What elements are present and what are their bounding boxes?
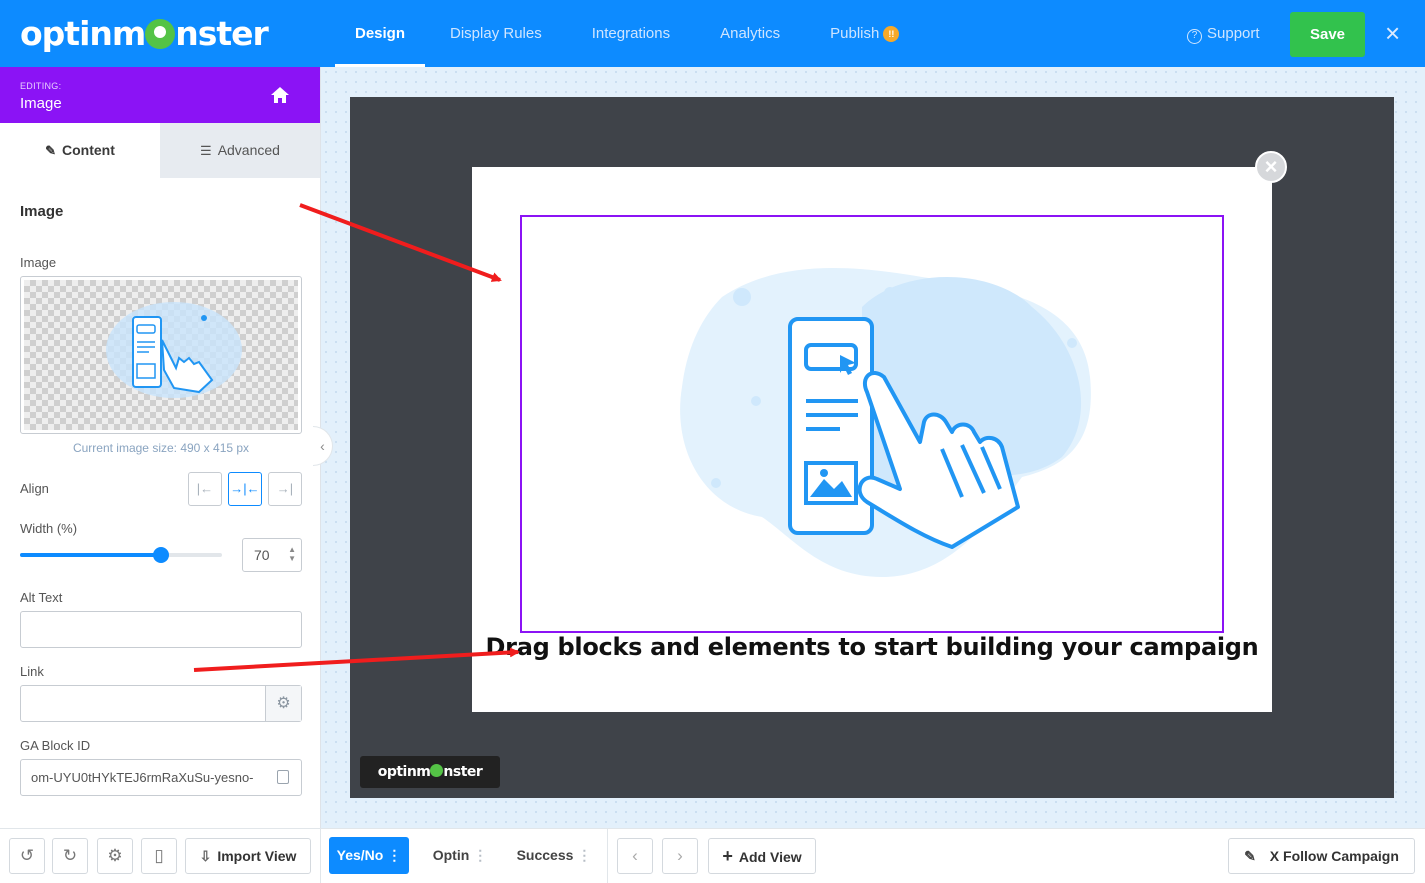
sidebar-tabs: ✎ Content ☰ Advanced: [0, 123, 320, 178]
view-tab-success[interactable]: Success ⋮: [514, 837, 594, 874]
save-button[interactable]: Save: [1290, 12, 1365, 57]
nav-analytics[interactable]: Analytics: [695, 0, 805, 67]
plus-icon: +: [722, 846, 733, 866]
hand-touch-illustration: [680, 268, 1091, 577]
tab-advanced[interactable]: ☰ Advanced: [160, 123, 320, 178]
home-icon[interactable]: [270, 85, 290, 105]
gear-icon[interactable]: ⚙: [265, 686, 301, 721]
import-view-button[interactable]: ⇩ Import View: [185, 838, 311, 874]
support-label: Support: [1207, 25, 1260, 42]
stepper-icon[interactable]: ▲ ▼: [288, 545, 296, 563]
campaign-popup: Drag blocks and elements to start buildi…: [472, 167, 1272, 712]
width-slider-fill: [20, 553, 162, 557]
main-nav: Design Display Rules Integrations Analyt…: [335, 0, 924, 67]
more-vertical-icon[interactable]: ⋮: [387, 847, 401, 863]
pencil-icon: ✎: [45, 143, 56, 158]
link-label: Link: [20, 664, 44, 679]
nav-analytics-label: Analytics: [720, 25, 781, 42]
publish-warning-badge: !!: [883, 26, 900, 42]
pencil-icon: ✎: [1244, 848, 1256, 864]
sliders-icon: ☰: [200, 143, 212, 158]
monster-icon: [145, 19, 176, 49]
image-field-label: Image: [20, 255, 57, 270]
optinmonster-logo[interactable]: optinm nster: [20, 14, 269, 53]
selected-image-block[interactable]: [520, 215, 1224, 633]
image-preview-illustration: [106, 302, 242, 398]
follow-campaign-button[interactable]: ✎ X Follow Campaign: [1228, 838, 1415, 874]
ga-block-id-value: om-UYU0tHYkTEJ6rmRaXuSu-yesno-: [31, 770, 254, 785]
logo-text-b: nster: [175, 14, 269, 53]
design-canvas: Drag blocks and elements to start buildi…: [321, 67, 1425, 828]
campaign-stage: Drag blocks and elements to start buildi…: [350, 97, 1394, 798]
nav-design-label: Design: [355, 25, 406, 42]
top-bar: optinm nster Design Display Rules Integra…: [0, 0, 1425, 67]
align-label: Align: [20, 481, 49, 496]
editing-element-name: Image: [20, 95, 62, 112]
more-vertical-icon[interactable]: ⋮: [473, 847, 487, 863]
monster-icon: [430, 764, 444, 777]
view-success-label: Success: [516, 847, 574, 863]
copy-icon[interactable]: [277, 770, 289, 784]
undo-icon[interactable]: ↺: [9, 838, 45, 874]
logo-text-a: optinm: [20, 14, 146, 53]
tab-content-label: Content: [62, 142, 115, 158]
alt-text-input[interactable]: [20, 611, 302, 648]
redo-icon[interactable]: ↻: [52, 838, 88, 874]
nav-design[interactable]: Design: [335, 0, 426, 67]
ga-block-id-label: GA Block ID: [20, 738, 91, 753]
mobile-icon[interactable]: ▯: [141, 838, 177, 874]
add-view-button[interactable]: + Add View: [708, 838, 816, 874]
popup-placeholder-text: Drag blocks and elements to start buildi…: [485, 633, 1259, 661]
view-tab-yes-no[interactable]: Yes/No ⋮: [329, 837, 409, 874]
view-optin-label: Optin: [432, 847, 470, 863]
align-buttons: |← →|← →|: [188, 472, 302, 506]
editing-label: EDITING:: [20, 81, 62, 91]
nav-display-rules-label: Display Rules: [450, 25, 542, 42]
nav-integrations[interactable]: Integrations: [567, 0, 695, 67]
section-title: Image: [20, 203, 64, 220]
chevron-right-icon[interactable]: ›: [662, 838, 698, 874]
width-number-input[interactable]: 70 ▲ ▼: [242, 538, 302, 572]
powered-text-b: nster: [443, 764, 483, 780]
width-value: 70: [254, 547, 270, 563]
powered-text-a: optinm: [377, 764, 431, 780]
chevron-left-icon[interactable]: ‹: [617, 838, 653, 874]
divider: [320, 829, 321, 883]
import-view-label: Import View: [217, 848, 297, 864]
width-slider[interactable]: [20, 547, 222, 563]
popup-close-icon[interactable]: ×: [1255, 151, 1287, 183]
align-left-button[interactable]: |←: [188, 472, 222, 506]
close-icon[interactable]: ×: [1385, 20, 1400, 46]
bottom-toolbar: ↺ ↻ ⚙ ▯ ⇩ Import View Yes/No ⋮ Optin ⋮ Succ…: [0, 828, 1425, 883]
width-label: Width (%): [20, 521, 78, 536]
image-size-text: Current image size: 490 x 415 px: [72, 441, 250, 455]
import-icon: ⇩: [199, 848, 212, 864]
image-preview: [24, 280, 298, 430]
view-tab-optin[interactable]: Optin ⋮: [425, 837, 495, 874]
tab-advanced-label: Advanced: [217, 142, 280, 158]
support-link[interactable]: ? Support: [1187, 25, 1260, 44]
editing-header: EDITING: Image: [0, 67, 320, 123]
nav-publish-label: Publish: [830, 25, 880, 42]
nav-display-rules[interactable]: Display Rules: [425, 0, 567, 67]
help-circle-icon: ?: [1187, 29, 1202, 44]
alt-text-label: Alt Text: [20, 590, 63, 605]
align-center-button[interactable]: →|←: [228, 472, 262, 506]
view-yes-no-label: Yes/No: [336, 847, 384, 863]
tab-content[interactable]: ✎ Content: [0, 123, 160, 178]
divider: [607, 829, 608, 883]
powered-by-badge[interactable]: optinm nster: [360, 756, 500, 788]
settings-icon[interactable]: ⚙: [97, 838, 133, 874]
align-right-button[interactable]: →|: [268, 472, 302, 506]
more-vertical-icon[interactable]: ⋮: [577, 847, 591, 863]
nav-integrations-label: Integrations: [591, 25, 671, 42]
image-picker[interactable]: [20, 276, 302, 434]
nav-publish[interactable]: Publish!!: [805, 0, 924, 67]
add-view-label: Add View: [738, 849, 802, 865]
follow-campaign-label: X Follow Campaign: [1269, 848, 1399, 864]
sidebar: EDITING: Image ✎ Content ☰ Advanced Image …: [0, 67, 321, 882]
link-input[interactable]: ⚙: [20, 685, 302, 722]
ga-block-id-input[interactable]: om-UYU0tHYkTEJ6rmRaXuSu-yesno-: [20, 759, 302, 796]
width-slider-handle[interactable]: [153, 547, 170, 563]
